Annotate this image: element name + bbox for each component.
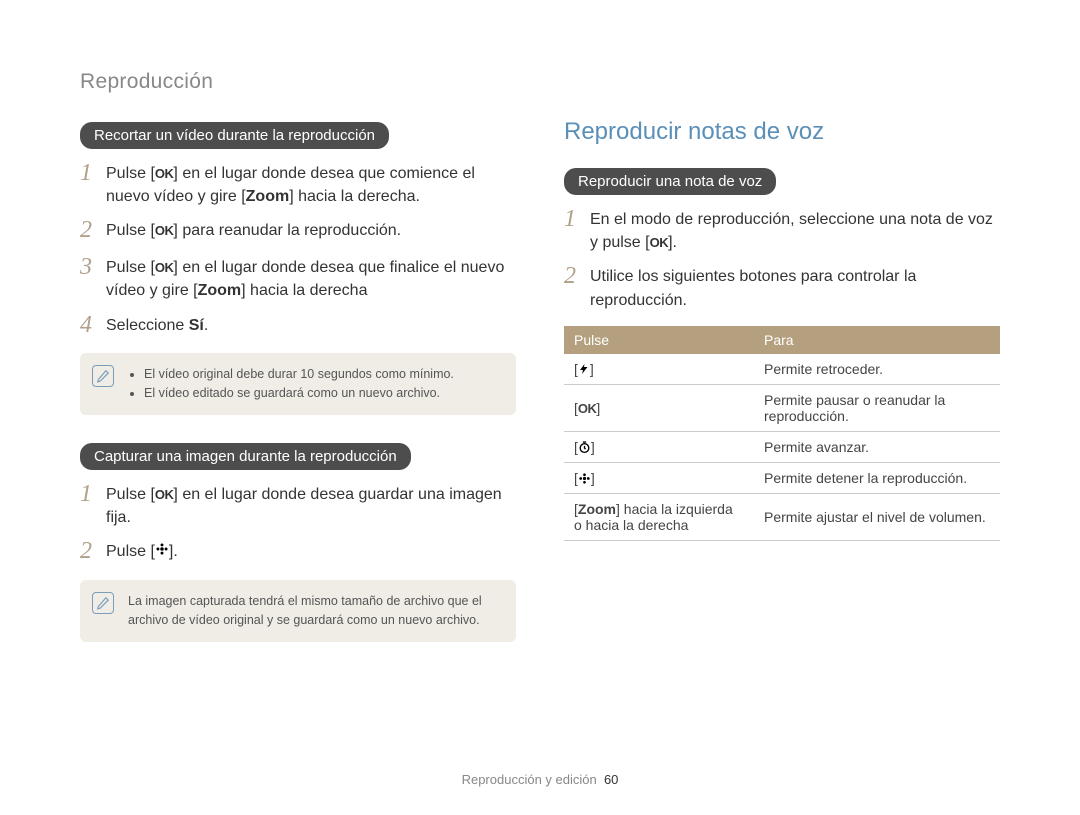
step-text: Pulse [OK] para reanudar la reproducción… [106, 216, 401, 242]
step-3: 3 Pulse [OK] en el lugar donde desea que… [80, 253, 516, 302]
step-4: 4 Seleccione Sí. [80, 311, 516, 340]
step-2: 2 Pulse []. [80, 537, 516, 566]
cell-text: Permite detener la reproducción. [754, 462, 1000, 493]
step-text: En el modo de reproducción, seleccione u… [590, 205, 1000, 254]
ok-icon: [OK] [574, 400, 600, 416]
step-number: 2 [80, 216, 106, 245]
page-footer: Reproducción y edición 60 [0, 772, 1080, 787]
step-number: 1 [80, 480, 106, 509]
table-row: [] Permite detener la reproducción. [564, 462, 1000, 493]
note-icon [92, 365, 114, 387]
pill-play-voice: Reproducir una nota de voz [564, 168, 776, 195]
step-2: 2 Pulse [OK] para reanudar la reproducci… [80, 216, 516, 245]
step-1: 1 En el modo de reproducción, seleccione… [564, 205, 1000, 254]
note-box-trim: El vídeo original debe durar 10 segundos… [80, 353, 516, 415]
note-text: La imagen capturada tendrá el mismo tama… [128, 594, 482, 627]
content-columns: Recortar un vídeo durante la reproducció… [80, 122, 1000, 670]
capture-image-steps: 1 Pulse [OK] en el lugar donde desea gua… [80, 480, 516, 566]
step-text: Pulse [OK] en el lugar donde desea guard… [106, 480, 516, 529]
ok-icon: OK [155, 166, 174, 181]
ok-icon: OK [650, 235, 669, 250]
left-column: Recortar un vídeo durante la reproducció… [80, 122, 516, 670]
cell-text: Permite pausar o reanudar la reproducció… [754, 384, 1000, 431]
page-number: 60 [604, 772, 618, 787]
flash-icon: [] [574, 361, 594, 377]
section-title-voice: Reproducir notas de voz [564, 118, 1000, 146]
step-text: Utilice los siguientes botones para cont… [590, 262, 1000, 311]
cell-zoom: [Zoom] hacia la izquierda o hacia la der… [564, 493, 754, 540]
ok-icon: OK [155, 487, 174, 502]
page-header: Reproducción [80, 70, 1000, 94]
note-bullet: El vídeo editado se guardará como un nue… [144, 384, 502, 403]
table-header-para: Para [754, 326, 1000, 354]
table-row: [OK] Permite pausar o reanudar la reprod… [564, 384, 1000, 431]
step-number: 4 [80, 311, 106, 340]
note-icon [92, 592, 114, 614]
trim-video-steps: 1 Pulse [OK] en el lugar donde desea que… [80, 159, 516, 339]
table-row: [] Permite avanzar. [564, 431, 1000, 462]
step-number: 2 [564, 262, 590, 291]
step-number: 1 [564, 205, 590, 234]
ok-icon: OK [155, 223, 174, 238]
step-text: Seleccione Sí. [106, 311, 208, 337]
cell-text: Permite retroceder. [754, 354, 1000, 385]
step-text: Pulse []. [106, 537, 178, 563]
pill-trim-video: Recortar un vídeo durante la reproducció… [80, 122, 389, 149]
timer-icon: [] [574, 439, 595, 455]
step-text: Pulse [OK] en el lugar donde desea que f… [106, 253, 516, 302]
table-row: [] Permite retroceder. [564, 354, 1000, 385]
note-box-capture: La imagen capturada tendrá el mismo tama… [80, 580, 516, 642]
note-bullet: El vídeo original debe durar 10 segundos… [144, 365, 502, 384]
step-1: 1 Pulse [OK] en el lugar donde desea gua… [80, 480, 516, 529]
voice-steps: 1 En el modo de reproducción, seleccione… [564, 205, 1000, 312]
pill-capture-image: Capturar una imagen durante la reproducc… [80, 443, 411, 470]
table-row: [Zoom] hacia la izquierda o hacia la der… [564, 493, 1000, 540]
step-text: Pulse [OK] en el lugar donde desea que c… [106, 159, 516, 208]
table-header-pulse: Pulse [564, 326, 754, 354]
step-2: 2 Utilice los siguientes botones para co… [564, 262, 1000, 311]
cell-text: Permite avanzar. [754, 431, 1000, 462]
footer-label: Reproducción y edición [462, 772, 597, 787]
flower-icon: [] [574, 470, 595, 486]
step-number: 1 [80, 159, 106, 188]
flower-icon [155, 542, 169, 556]
cell-text: Permite ajustar el nivel de volumen. [754, 493, 1000, 540]
controls-table: Pulse Para [] Permite retroceder. [OK] P… [564, 326, 1000, 541]
right-column: Reproducir notas de voz Reproducir una n… [564, 122, 1000, 670]
step-number: 3 [80, 253, 106, 282]
step-1: 1 Pulse [OK] en el lugar donde desea que… [80, 159, 516, 208]
step-number: 2 [80, 537, 106, 566]
ok-icon: OK [155, 260, 174, 275]
